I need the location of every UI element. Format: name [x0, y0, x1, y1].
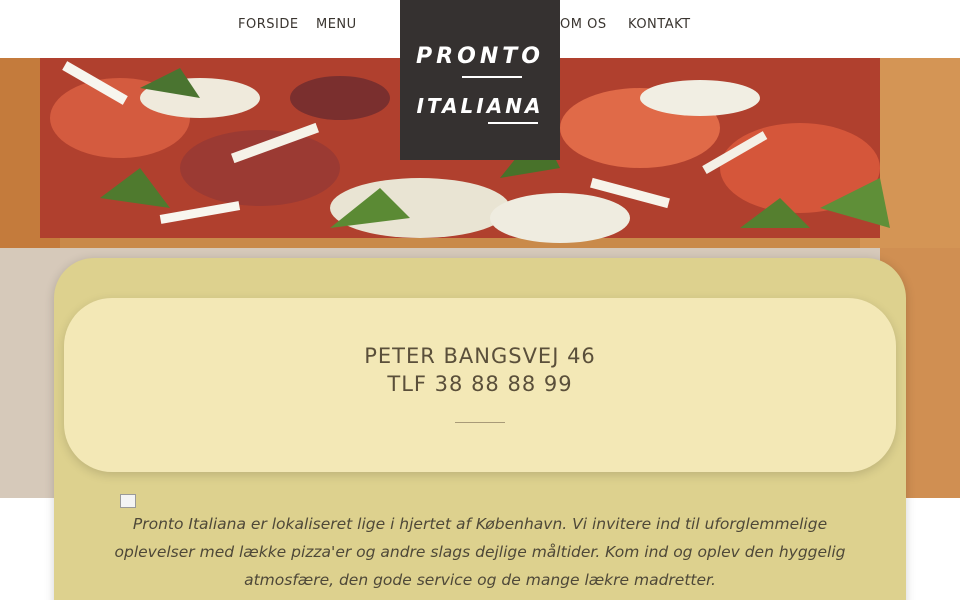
nav-kontakt-link[interactable]: KONTAKT	[628, 17, 691, 32]
info-panel: PETER BANGSVEJ 46 TLF 38 88 88 99 Pronto…	[54, 258, 906, 600]
nav-menu-link[interactable]: MENU	[316, 17, 357, 32]
logo-underline-bottom	[488, 122, 538, 124]
broken-image-icon	[120, 494, 136, 508]
logo-line-pronto: PRONTO	[416, 44, 544, 69]
nav-om-os-link[interactable]: OM OS	[560, 17, 607, 32]
logo-underline-top	[462, 76, 522, 78]
address-text: PETER BANGSVEJ 46	[364, 344, 596, 368]
nav-forside-link[interactable]: FORSIDE	[238, 17, 299, 32]
logo-line-italiana: ITALIANA	[416, 94, 544, 118]
site-logo[interactable]: PRONTO ITALIANA	[400, 0, 560, 160]
intro-paragraph: Pronto Italiana er lokaliseret lige i hj…	[114, 515, 846, 589]
phone-text: TLF 38 88 88 99	[387, 372, 573, 396]
address-box: PETER BANGSVEJ 46 TLF 38 88 88 99	[64, 298, 896, 472]
divider-line	[455, 422, 505, 423]
